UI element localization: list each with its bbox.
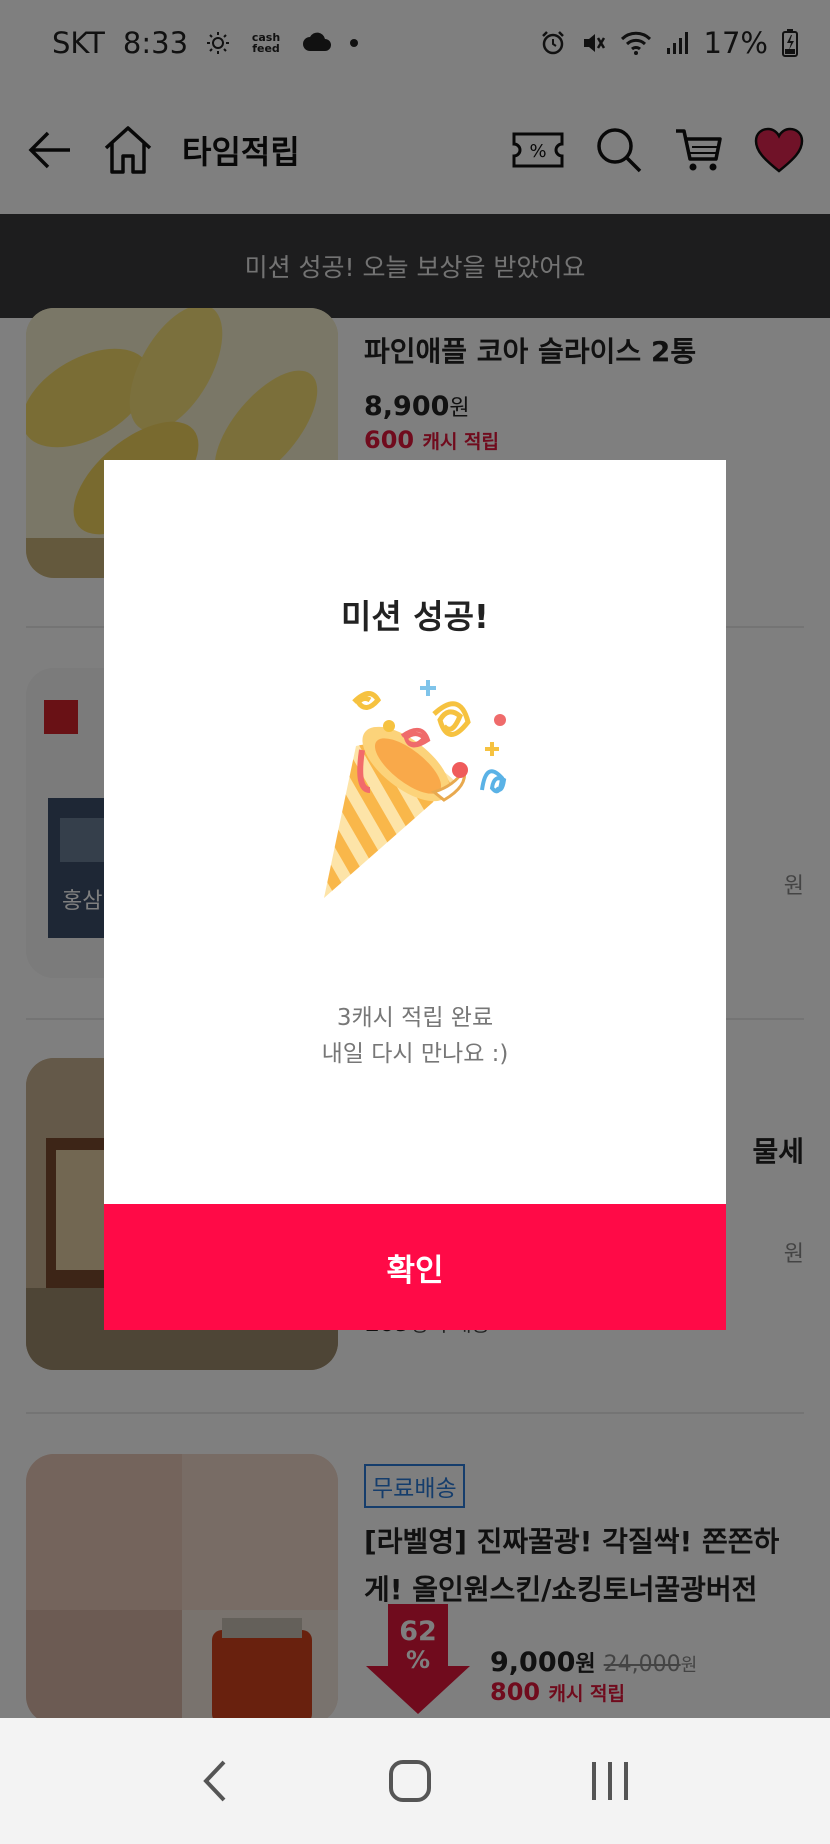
recents-icon [592, 1762, 629, 1800]
mission-success-dialog: 미션 성공! 3캐시 적립 완료 내일 다시 만나요 :) 확인 [104, 460, 726, 1330]
dialog-message: 3캐시 적립 완료 내일 다시 만나요 :) [104, 1000, 726, 1072]
nav-back-button[interactable] [198, 1758, 232, 1804]
confirm-button[interactable]: 확인 [104, 1204, 726, 1330]
message-line-2: 내일 다시 만나요 :) [321, 1041, 509, 1067]
message-line-1: 3캐시 적립 완료 [336, 1005, 494, 1031]
dialog-title: 미션 성공! [341, 597, 489, 636]
nav-home-button[interactable] [387, 1758, 433, 1804]
nav-recents-button[interactable] [588, 1758, 632, 1804]
chevron-left-icon [202, 1760, 226, 1802]
system-nav-bar [0, 1718, 830, 1844]
home-square-icon [388, 1760, 431, 1802]
party-popper-icon [324, 680, 507, 898]
